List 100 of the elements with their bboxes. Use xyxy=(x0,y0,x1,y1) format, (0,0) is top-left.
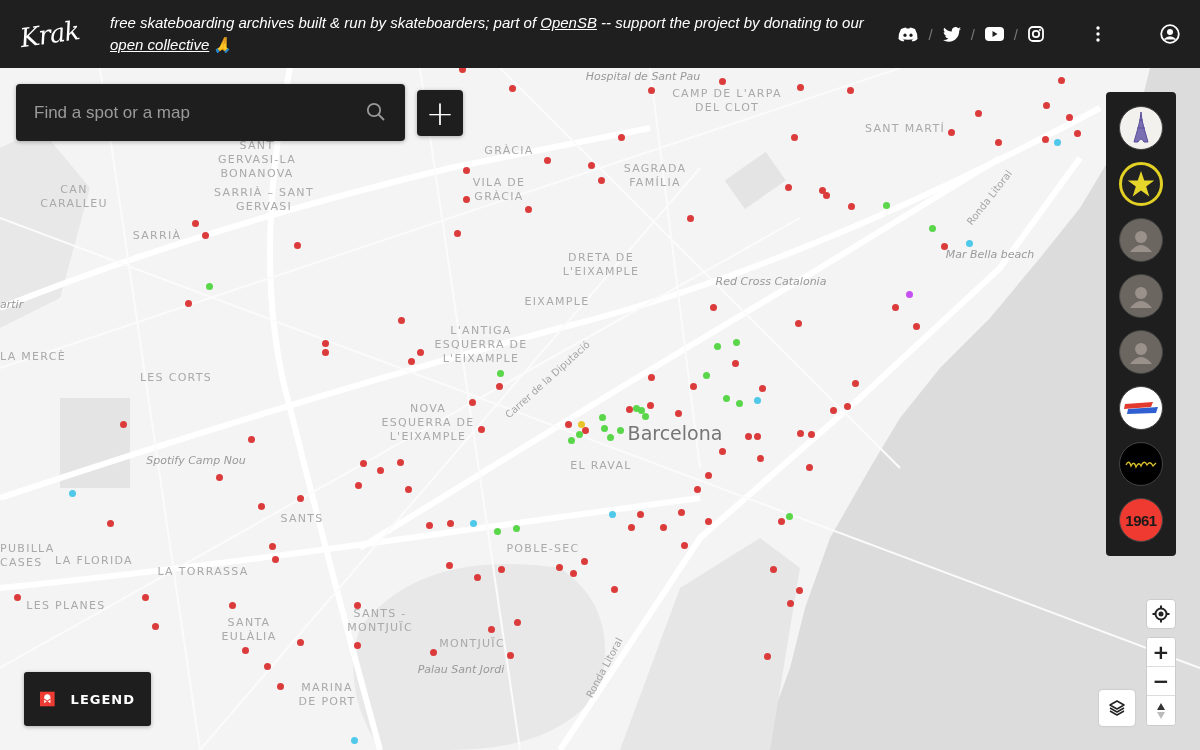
spot-marker[interactable] xyxy=(647,86,655,94)
spot-marker[interactable] xyxy=(487,625,495,633)
legend-button[interactable]: LEGEND xyxy=(24,672,151,726)
spot-marker[interactable] xyxy=(247,435,255,443)
discord-icon[interactable] xyxy=(898,26,919,42)
spot-marker[interactable] xyxy=(632,404,640,412)
spot-marker[interactable] xyxy=(416,348,424,356)
spot-marker[interactable] xyxy=(758,384,766,392)
avatar[interactable] xyxy=(1119,274,1163,318)
spot-marker[interactable] xyxy=(818,186,826,194)
spot-marker[interactable] xyxy=(796,83,804,91)
spot-marker[interactable] xyxy=(1065,113,1073,121)
spot-marker[interactable] xyxy=(617,133,625,141)
spot-marker[interactable] xyxy=(674,409,682,417)
spot-marker[interactable] xyxy=(497,565,505,573)
spot-marker[interactable] xyxy=(744,432,752,440)
spot-marker[interactable] xyxy=(627,523,635,531)
zoom-in-button[interactable]: + xyxy=(1147,638,1175,667)
spot-marker[interactable] xyxy=(1073,129,1081,137)
tower-avatar[interactable] xyxy=(1119,106,1163,150)
spot-marker[interactable] xyxy=(709,303,717,311)
user-icon[interactable] xyxy=(1160,24,1180,44)
spot-marker[interactable] xyxy=(1042,101,1050,109)
spot-marker[interactable] xyxy=(940,242,948,250)
spot-marker[interactable] xyxy=(610,585,618,593)
spot-marker[interactable] xyxy=(296,494,304,502)
spot-marker[interactable] xyxy=(606,433,614,441)
spot-marker[interactable] xyxy=(569,569,577,577)
spot-marker[interactable] xyxy=(445,561,453,569)
spot-marker[interactable] xyxy=(704,471,712,479)
spot-marker[interactable] xyxy=(106,519,114,527)
add-button[interactable]: + xyxy=(417,89,463,136)
spot-marker[interactable] xyxy=(686,214,694,222)
spot-marker[interactable] xyxy=(851,379,859,387)
spot-marker[interactable] xyxy=(205,282,213,290)
spot-marker[interactable] xyxy=(493,527,501,535)
spot-marker[interactable] xyxy=(215,473,223,481)
spot-marker[interactable] xyxy=(462,195,470,203)
spot-marker[interactable] xyxy=(702,371,710,379)
spot-marker[interactable] xyxy=(636,510,644,518)
spot-marker[interactable] xyxy=(119,420,127,428)
spot-marker[interactable] xyxy=(641,412,649,420)
tagline-link[interactable]: OpenSB xyxy=(540,14,597,31)
spot-marker[interactable] xyxy=(353,641,361,649)
spot-marker[interactable] xyxy=(151,622,159,630)
spot-marker[interactable] xyxy=(293,241,301,249)
spot-marker[interactable] xyxy=(637,406,645,414)
spot-marker[interactable] xyxy=(543,156,551,164)
layers-button[interactable] xyxy=(1099,690,1135,726)
spot-marker[interactable] xyxy=(396,458,404,466)
spot-marker[interactable] xyxy=(597,176,605,184)
locate-button[interactable] xyxy=(1146,599,1176,629)
spot-marker[interactable] xyxy=(718,447,726,455)
spot-marker[interactable] xyxy=(777,517,785,525)
spot-marker[interactable] xyxy=(794,319,802,327)
search-field[interactable]: Find a spot or a map xyxy=(16,84,405,141)
spot-marker[interactable] xyxy=(822,191,830,199)
spot-marker[interactable] xyxy=(425,521,433,529)
twitter-icon[interactable] xyxy=(942,26,961,42)
spot-marker[interactable] xyxy=(891,303,899,311)
spot-marker[interactable] xyxy=(353,601,361,609)
spot-marker[interactable] xyxy=(753,432,761,440)
spot-marker[interactable] xyxy=(600,424,608,432)
spot-marker[interactable] xyxy=(843,402,851,410)
spot-marker[interactable] xyxy=(524,205,532,213)
spot-marker[interactable] xyxy=(268,542,276,550)
spot-marker[interactable] xyxy=(731,359,739,367)
spot-marker[interactable] xyxy=(847,202,855,210)
tagline-link[interactable]: open collective xyxy=(110,36,210,53)
spot-marker[interactable] xyxy=(354,481,362,489)
spot-marker[interactable] xyxy=(201,231,209,239)
spot-marker[interactable] xyxy=(587,161,595,169)
spot-marker[interactable] xyxy=(659,523,667,531)
spot-marker[interactable] xyxy=(994,138,1002,146)
spot-marker[interactable] xyxy=(646,401,654,409)
spot-marker[interactable] xyxy=(616,426,624,434)
spot-marker[interactable] xyxy=(296,638,304,646)
spot-marker[interactable] xyxy=(680,541,688,549)
spot-marker[interactable] xyxy=(512,524,520,532)
spot-marker[interactable] xyxy=(263,662,271,670)
logo-avatar[interactable] xyxy=(1119,442,1163,486)
spot-marker[interactable] xyxy=(756,454,764,462)
spot-marker[interactable] xyxy=(321,339,329,347)
spot-marker[interactable] xyxy=(271,555,279,563)
spot-marker[interactable] xyxy=(508,84,516,92)
instagram-icon[interactable] xyxy=(1028,26,1044,42)
spot-marker[interactable] xyxy=(732,338,740,346)
spot-marker[interactable] xyxy=(376,466,384,474)
avatar[interactable] xyxy=(1119,218,1163,262)
spot-marker[interactable] xyxy=(453,229,461,237)
spot-marker[interactable] xyxy=(407,357,415,365)
spot-marker[interactable] xyxy=(807,430,815,438)
logo[interactable]: Krak xyxy=(18,14,84,54)
spot-marker[interactable] xyxy=(693,485,701,493)
spot-marker[interactable] xyxy=(191,219,199,227)
spot-marker[interactable] xyxy=(68,489,76,497)
spot-marker[interactable] xyxy=(1053,138,1061,146)
spot-marker[interactable] xyxy=(905,290,913,298)
spot-marker[interactable] xyxy=(846,86,854,94)
avatar[interactable] xyxy=(1119,330,1163,374)
